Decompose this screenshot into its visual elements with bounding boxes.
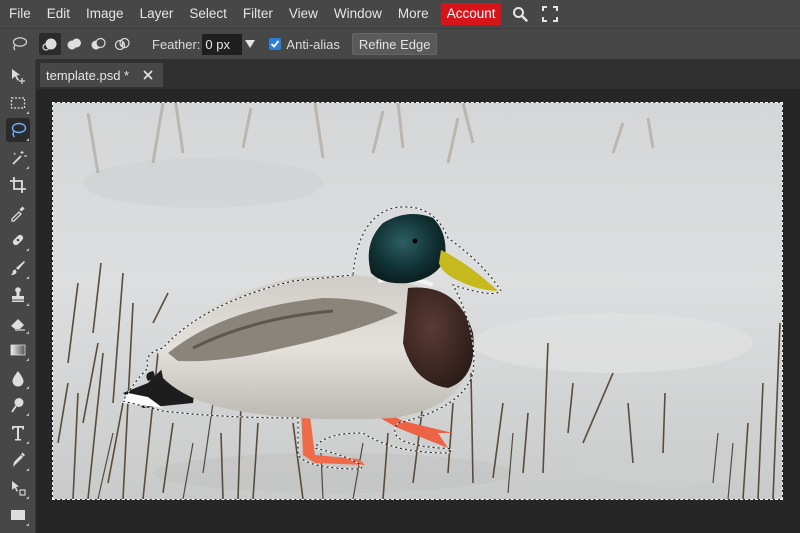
menu-image[interactable]: Image <box>78 0 132 28</box>
magic-wand-icon[interactable] <box>6 146 30 170</box>
close-icon[interactable] <box>143 68 153 83</box>
menu-view[interactable]: View <box>281 0 326 28</box>
fullscreen-icon[interactable] <box>535 0 565 28</box>
dodge-icon[interactable] <box>6 393 30 417</box>
subtract-selection-icon[interactable] <box>87 33 109 55</box>
menu-bar: File Edit Image Layer Select Filter View… <box>0 0 800 28</box>
path-select-icon[interactable] <box>6 476 30 500</box>
menu-filter[interactable]: Filter <box>235 0 281 28</box>
new-selection-icon[interactable] <box>39 33 61 55</box>
antialias-label: Anti-alias <box>286 36 340 52</box>
marquee-icon[interactable] <box>6 91 30 115</box>
healing-icon[interactable] <box>6 228 30 252</box>
shape-icon[interactable] <box>6 503 30 527</box>
menu-select[interactable]: Select <box>181 0 235 28</box>
blur-icon[interactable] <box>6 366 30 390</box>
feather-label: Feather: <box>152 36 201 52</box>
menu-more[interactable]: More <box>390 0 437 28</box>
move-icon[interactable] <box>6 64 30 88</box>
eyedropper-icon[interactable] <box>6 201 30 225</box>
search-icon[interactable] <box>505 0 535 28</box>
options-bar: Feather: Anti-alias Refine Edge <box>0 28 800 59</box>
tools-panel <box>0 59 36 533</box>
lasso-icon[interactable] <box>6 118 30 142</box>
account-button[interactable]: Account <box>440 3 502 25</box>
document-tab[interactable]: template.psd * <box>40 63 164 87</box>
menu-layer[interactable]: Layer <box>132 0 182 28</box>
type-icon[interactable] <box>6 421 30 445</box>
document-canvas[interactable] <box>52 102 783 500</box>
workspace <box>36 89 800 533</box>
antialias-checkbox[interactable] <box>269 38 282 50</box>
document-tabs: template.psd * <box>36 59 800 89</box>
antialias-option[interactable]: Anti-alias <box>269 36 340 52</box>
add-selection-icon[interactable] <box>63 33 85 55</box>
document-tab-title: template.psd * <box>46 67 130 83</box>
eraser-icon[interactable] <box>6 311 30 335</box>
gradient-icon[interactable] <box>6 338 30 362</box>
duck-photo <box>53 103 782 499</box>
stamp-icon[interactable] <box>6 283 30 307</box>
feather-input[interactable] <box>202 33 243 55</box>
menu-edit[interactable]: Edit <box>39 0 78 28</box>
pen-icon[interactable] <box>6 448 30 472</box>
refine-edge-button[interactable]: Refine Edge <box>351 33 438 55</box>
intersect-selection-icon[interactable] <box>111 33 133 55</box>
menu-file[interactable]: File <box>0 0 39 28</box>
feather-dropdown-icon[interactable] <box>243 34 257 55</box>
crop-icon[interactable] <box>6 173 30 197</box>
menu-window[interactable]: Window <box>326 0 390 28</box>
lasso-tool-preset-icon[interactable] <box>8 33 30 55</box>
brush-icon[interactable] <box>6 256 30 280</box>
